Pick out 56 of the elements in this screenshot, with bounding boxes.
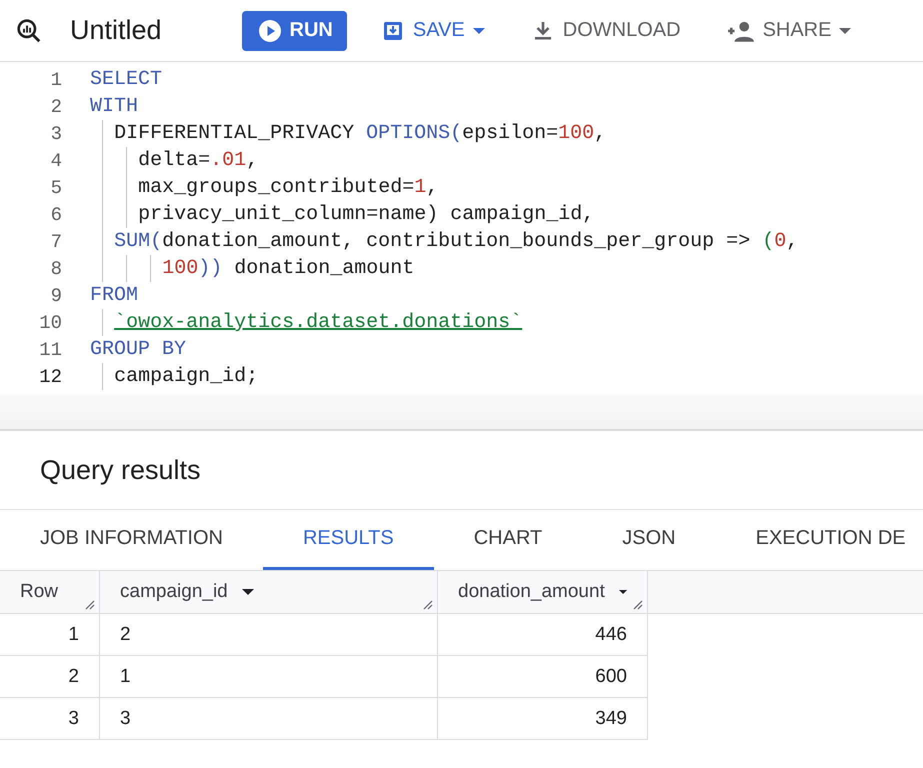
section-title: Query results xyxy=(39,454,202,487)
code-line: privacy_unit_column=name) campaign_id, xyxy=(137,203,594,226)
line-number: 9 xyxy=(50,284,62,306)
code-line: 100)) donation_amount xyxy=(161,257,414,280)
resize-handle-icon[interactable] xyxy=(633,600,643,610)
line-number: 1 xyxy=(50,68,62,90)
results-tab[interactable]: JOB INFORMATION xyxy=(0,510,263,570)
table-cell: 1 xyxy=(0,614,100,656)
caret-icon xyxy=(472,28,485,34)
code-line: SUM(donation_amount, contribution_bounds_per_group => (0, xyxy=(113,230,798,253)
code-line: FROM xyxy=(90,284,138,307)
column-header[interactable]: Row xyxy=(0,571,100,613)
add-person-icon xyxy=(726,20,755,42)
table-cell: 2 xyxy=(0,656,100,698)
sort-arrow-icon xyxy=(242,589,254,595)
caret-icon xyxy=(839,28,852,34)
resize-handle-icon[interactable] xyxy=(423,600,433,610)
run-button[interactable]: RUN xyxy=(242,10,347,50)
line-number: 12 xyxy=(38,366,62,388)
code-line: DIFFERENTIAL_PRIVACY OPTIONS(epsilon=100, xyxy=(113,122,606,145)
table-cell: 3 xyxy=(100,698,438,740)
column-header[interactable]: donation_amount xyxy=(438,571,648,613)
line-number: 5 xyxy=(50,176,62,198)
table-cell: 2 xyxy=(100,614,438,656)
code-line: GROUP BY xyxy=(90,338,186,361)
line-number: 11 xyxy=(38,338,62,360)
code-line: max_groups_contributed=1, xyxy=(137,176,438,199)
share-button[interactable]: SHARE xyxy=(714,10,864,50)
save-button[interactable]: SAVE xyxy=(368,10,497,50)
column-header[interactable]: campaign_id xyxy=(100,571,438,613)
table-cell: 3 xyxy=(0,698,100,740)
table-cell: 446 xyxy=(438,614,648,656)
play-icon xyxy=(258,18,282,42)
line-number: 4 xyxy=(50,150,62,172)
sort-arrow-icon xyxy=(618,589,627,595)
code-line: delta=.01, xyxy=(137,149,258,172)
code-line: SELECT xyxy=(90,68,162,91)
table-cell: 600 xyxy=(438,656,648,698)
resize-handle-icon[interactable] xyxy=(85,600,95,610)
code-line: `owox-analytics.dataset.donations` xyxy=(113,311,522,334)
code-line: campaign_id; xyxy=(113,365,258,388)
line-number: 8 xyxy=(50,258,62,280)
download-button[interactable]: DOWNLOAD xyxy=(518,10,693,50)
line-number: 2 xyxy=(50,96,62,118)
results-tab[interactable]: CHART xyxy=(434,510,582,570)
table-cell: 349 xyxy=(438,698,648,740)
line-number: 3 xyxy=(50,122,62,144)
query-icon xyxy=(16,18,42,44)
line-number: 7 xyxy=(50,230,62,252)
line-number: 6 xyxy=(50,204,62,226)
query-title: Untitled xyxy=(70,15,162,46)
results-tab[interactable]: EXECUTION DE xyxy=(716,510,923,570)
code-line: WITH xyxy=(90,95,138,118)
table-cell: 1 xyxy=(100,656,438,698)
line-number: 10 xyxy=(38,312,62,334)
results-tab[interactable]: JSON xyxy=(582,510,716,570)
